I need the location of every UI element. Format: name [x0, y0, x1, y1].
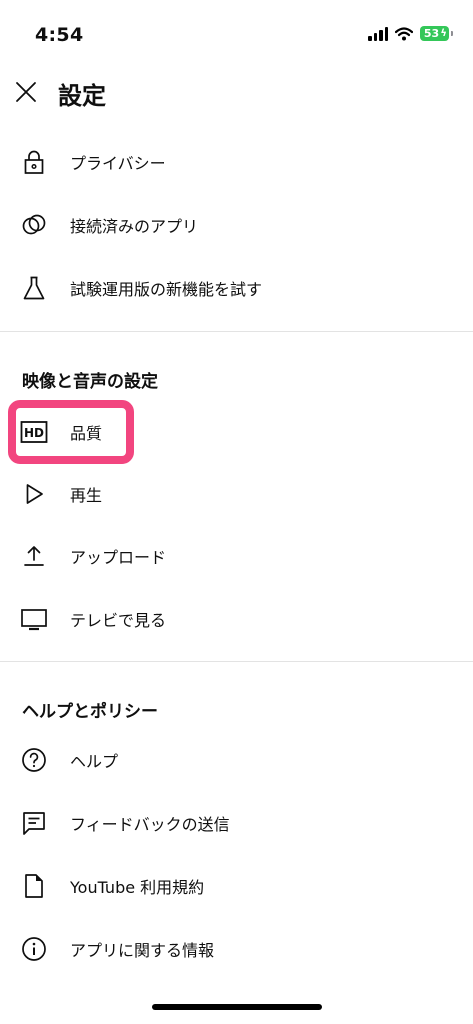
settings-item-upload[interactable]: アップロード [0, 525, 473, 587]
settings-item-label: 品質 [70, 424, 103, 443]
settings-item-label: テレビで見る [70, 611, 167, 630]
section-divider [0, 661, 473, 662]
settings-item-label: ヘルプ [70, 752, 119, 771]
hd-icon: HD [20, 418, 48, 446]
section-header-video-audio: 映像と音声の設定 [22, 372, 158, 392]
battery-icon: 53 ϟ [420, 26, 449, 41]
help-icon [20, 746, 48, 774]
settings-item-label: YouTube 利用規約 [70, 878, 205, 897]
status-icons: 53 ϟ [368, 26, 453, 41]
upload-icon [20, 542, 48, 570]
section-divider [0, 331, 473, 332]
settings-item-experimental[interactable]: 試験運用版の新機能を試す [0, 257, 473, 319]
settings-item-playback[interactable]: 再生 [0, 463, 473, 525]
status-bar: 4:54 53 ϟ [0, 0, 473, 60]
settings-item-label: 再生 [70, 486, 103, 505]
battery-cap [451, 31, 453, 36]
settings-item-app-info[interactable]: アプリに関する情報 [0, 918, 473, 980]
close-icon[interactable] [12, 78, 40, 106]
settings-item-label: フィードバックの送信 [70, 815, 230, 834]
settings-item-label: 試験運用版の新機能を試す [70, 280, 263, 299]
settings-item-privacy[interactable]: プライバシー [0, 131, 473, 193]
settings-item-label: アップロード [70, 548, 167, 567]
page-title: 設定 [58, 82, 106, 110]
header: 設定 [0, 64, 473, 120]
settings-item-watch-on-tv[interactable]: テレビで見る [0, 588, 473, 650]
settings-item-feedback[interactable]: フィードバックの送信 [0, 792, 473, 854]
wifi-icon [395, 26, 413, 41]
lock-icon [20, 148, 48, 176]
feedback-icon [20, 809, 48, 837]
svg-text:HD: HD [24, 426, 44, 440]
document-icon [20, 872, 48, 900]
home-indicator[interactable] [152, 1004, 322, 1010]
tv-icon [20, 605, 48, 633]
settings-item-label: アプリに関する情報 [70, 941, 215, 960]
settings-item-help[interactable]: ヘルプ [0, 729, 473, 791]
section-header-help: ヘルプとポリシー [22, 702, 158, 722]
info-icon [20, 935, 48, 963]
settings-item-terms[interactable]: YouTube 利用規約 [0, 855, 473, 917]
connected-apps-icon [20, 211, 48, 239]
signal-icon [368, 26, 388, 41]
settings-item-quality[interactable]: HD 品質 [0, 401, 473, 463]
settings-item-connected-apps[interactable]: 接続済みのアプリ [0, 194, 473, 256]
battery-level: 53 [423, 27, 440, 40]
play-icon [20, 480, 48, 508]
settings-item-label: プライバシー [70, 154, 166, 173]
flask-icon [20, 274, 48, 302]
status-time: 4:54 [35, 24, 84, 46]
settings-screen: 4:54 53 ϟ 設定 プライバシー 接続済みのアプリ 試験運用版の新機能を試… [0, 0, 473, 1024]
settings-item-label: 接続済みのアプリ [70, 217, 199, 236]
